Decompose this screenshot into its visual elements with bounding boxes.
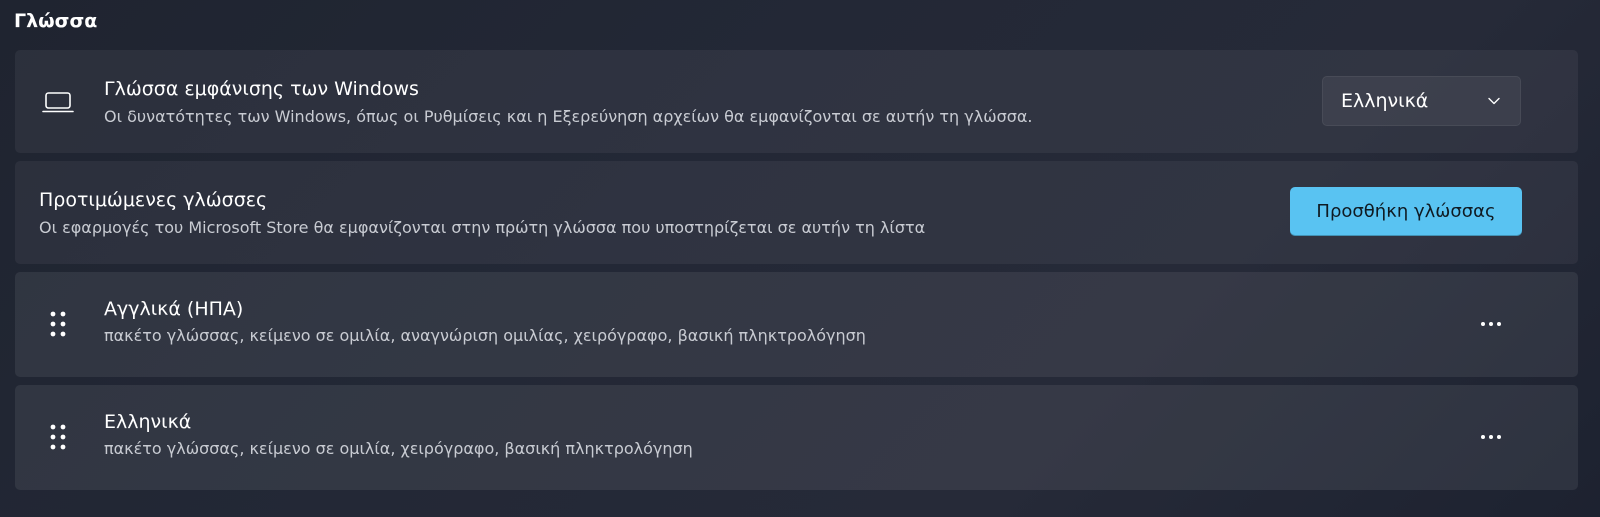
- language-features: πακέτο γλώσσας, κείμενο σε ομιλία, χειρό…: [104, 439, 693, 458]
- display-language-title: Γλώσσα εμφάνισης των Windows: [104, 78, 419, 100]
- language-name: Αγγλικά (ΗΠΑ): [104, 298, 244, 320]
- chevron-down-icon: [1488, 97, 1500, 105]
- dropdown-selected-value: Ελληνικά: [1341, 90, 1429, 112]
- language-features: πακέτο γλώσσας, κείμενο σε ομιλία, αναγν…: [104, 326, 866, 345]
- drag-handle-icon[interactable]: [48, 423, 68, 451]
- laptop-icon: [42, 92, 74, 113]
- language-item[interactable]: Αγγλικά (ΗΠΑ) πακέτο γλώσσας, κείμενο σε…: [15, 272, 1578, 377]
- display-language-card: Γλώσσα εμφάνισης των Windows Οι δυνατότη…: [15, 50, 1578, 153]
- drag-handle-icon[interactable]: [48, 310, 68, 338]
- preferred-languages-title: Προτιμώμενες γλώσσες: [39, 189, 268, 211]
- section-title: Γλώσσα: [14, 10, 98, 32]
- preferred-languages-description: Οι εφαρμογές του Microsoft Store θα εμφα…: [39, 218, 926, 237]
- display-language-description: Οι δυνατότητες των Windows, όπως οι Ρυθμ…: [104, 107, 1033, 126]
- preferred-languages-card: Προτιμώμενες γλώσσες Οι εφαρμογές του Mi…: [15, 161, 1578, 264]
- add-language-button[interactable]: Προσθήκη γλώσσας: [1290, 187, 1522, 236]
- display-language-dropdown[interactable]: Ελληνικά: [1322, 76, 1521, 126]
- language-name: Ελληνικά: [104, 411, 192, 433]
- language-item[interactable]: Ελληνικά πακέτο γλώσσας, κείμενο σε ομιλ…: [15, 385, 1578, 490]
- more-options-icon[interactable]: [1472, 422, 1510, 452]
- more-options-icon[interactable]: [1472, 309, 1510, 339]
